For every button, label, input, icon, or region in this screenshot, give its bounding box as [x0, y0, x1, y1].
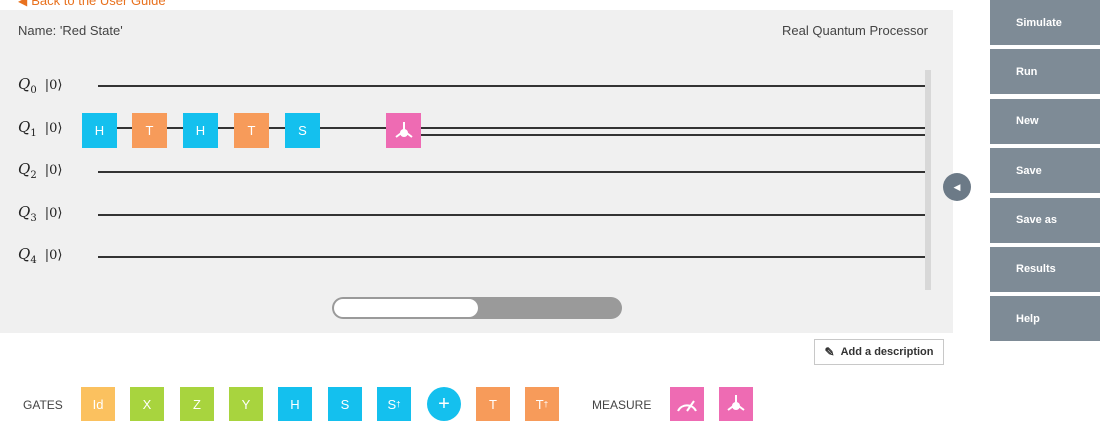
horizontal-scrollbar[interactable]: [332, 297, 622, 319]
collapse-sidebar-button[interactable]: ◀: [943, 173, 971, 201]
new-button[interactable]: New: [990, 98, 1100, 144]
save-button[interactable]: Save: [990, 148, 1100, 194]
palette-gate-cnot[interactable]: +: [427, 387, 461, 421]
circuit-gate-h[interactable]: H: [82, 113, 117, 148]
back-link-label: Back to the User Guide: [31, 0, 166, 8]
circuit-name: Name: 'Red State': [18, 23, 123, 38]
palette-gate-tdg[interactable]: T †: [525, 387, 559, 421]
qubit-wire-4[interactable]: [98, 256, 926, 258]
classical-wire-1: [420, 134, 926, 136]
scrollbar-thumb[interactable]: [334, 299, 478, 317]
measure-label: MEASURE: [592, 398, 652, 412]
sidebar: Simulate Run New Save Save as Results He…: [990, 0, 1100, 346]
bloch-measure-icon: [727, 395, 745, 411]
simulate-button[interactable]: Simulate: [990, 0, 1100, 45]
bloch-measure-icon: [394, 121, 413, 138]
circuit-gate-s[interactable]: S: [285, 113, 320, 148]
palette-gate-y[interactable]: Y: [229, 387, 263, 421]
help-button[interactable]: Help: [990, 296, 1100, 342]
qubit-label-3: Q3 |0⟩: [18, 203, 63, 224]
add-description-button[interactable]: ✎ Add a description: [814, 339, 944, 365]
palette-bloch-measure-gate[interactable]: [719, 387, 753, 421]
save-as-button[interactable]: Save as: [990, 197, 1100, 243]
results-button[interactable]: Results: [990, 246, 1100, 292]
qubit-label-4: Q4 |0⟩: [18, 245, 63, 266]
arrow-left-icon: ◀: [18, 0, 28, 8]
back-to-guide-link[interactable]: ◀ Back to the User Guide: [18, 0, 166, 8]
vertical-scrollbar[interactable]: [925, 70, 931, 290]
gates-label: GATES: [23, 398, 63, 412]
palette-gate-h[interactable]: H: [278, 387, 312, 421]
palette-gate-t[interactable]: T: [476, 387, 510, 421]
palette-gate-z[interactable]: Z: [180, 387, 214, 421]
circuit-gate-t[interactable]: T: [132, 113, 167, 148]
run-button[interactable]: Run: [990, 49, 1100, 95]
palette-measure-gate[interactable]: [670, 387, 704, 421]
circuit-gate-t[interactable]: T: [234, 113, 269, 148]
qubit-wire-1[interactable]: [98, 127, 926, 129]
palette-gate-x[interactable]: X: [130, 387, 164, 421]
palette-gate-sdg[interactable]: S †: [377, 387, 411, 421]
plus-icon: +: [438, 392, 450, 415]
qubit-wire-0[interactable]: [98, 85, 926, 87]
chevron-left-icon: ◀: [953, 181, 961, 192]
pencil-icon: ✎: [824, 345, 835, 359]
qubit-label-0: Q0 |0⟩: [18, 75, 63, 96]
qubit-label-1: Q1 |0⟩: [18, 118, 63, 139]
circuit-measure-gate[interactable]: [386, 113, 421, 148]
circuit-composer: Name: 'Red State' Real Quantum Processor…: [0, 10, 953, 333]
qubit-wire-2[interactable]: [98, 171, 926, 173]
measure-icon: [677, 400, 697, 412]
qubit-label-2: Q2 |0⟩: [18, 160, 63, 181]
circuit-gate-h[interactable]: H: [183, 113, 218, 148]
palette-gate-s[interactable]: S: [328, 387, 362, 421]
device-label: Real Quantum Processor: [782, 23, 928, 38]
add-description-label: Add a description: [840, 346, 934, 358]
qubit-wire-3[interactable]: [98, 214, 926, 216]
palette-gate-id[interactable]: Id: [81, 387, 115, 421]
